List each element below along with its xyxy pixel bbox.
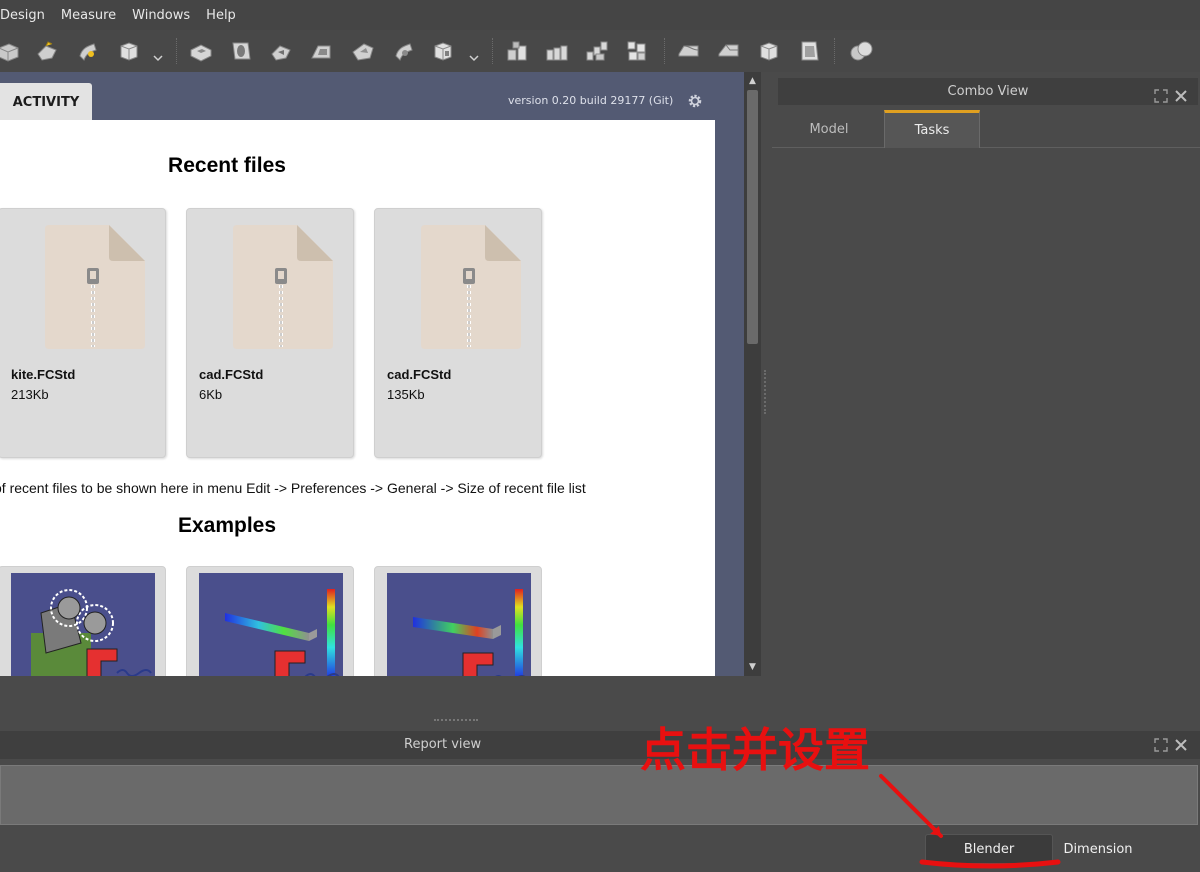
tab-tasks[interactable]: Tasks <box>884 110 980 148</box>
close-icon[interactable] <box>1174 738 1188 752</box>
polar-pattern-icon[interactable] <box>582 36 612 66</box>
float-icon[interactable] <box>1154 89 1168 103</box>
file-name: kite.FCStd <box>11 367 76 382</box>
boolean-icon[interactable] <box>846 36 876 66</box>
toolbar-separator <box>664 38 666 64</box>
example-thumbnail <box>387 573 531 676</box>
workbench-tab-dimension[interactable]: Dimension <box>1060 834 1136 864</box>
groove-icon[interactable] <box>266 36 296 66</box>
close-icon[interactable] <box>1174 89 1188 103</box>
file-size: 213Kb <box>11 387 49 402</box>
float-icon[interactable] <box>1154 738 1168 752</box>
scroll-up-icon[interactable]: ▲ <box>744 74 761 88</box>
scroll-down-icon[interactable]: ▼ <box>744 660 761 674</box>
combo-view: Combo View Model Tasks <box>770 72 1200 676</box>
file-size: 6Kb <box>199 387 223 402</box>
example-thumbnail <box>199 573 343 676</box>
subtractive-sweep-icon[interactable] <box>348 36 378 66</box>
draft-icon[interactable] <box>754 36 784 66</box>
subtractive-box-icon[interactable] <box>388 36 418 66</box>
zip-file-icon <box>233 225 333 349</box>
loft-icon[interactable] <box>72 36 102 66</box>
combo-tabs: Model Tasks <box>772 110 1200 148</box>
combo-window-buttons <box>1154 89 1188 103</box>
vertical-scrollbar[interactable]: ▲ ▼ <box>744 72 761 676</box>
chevron-down-icon[interactable] <box>152 52 164 64</box>
pocket-icon[interactable] <box>186 36 216 66</box>
combo-view-title-text: Combo View <box>947 84 1029 99</box>
recent-file-card[interactable]: cad.FCStd 135Kb <box>374 208 542 458</box>
toolbar-separator <box>492 38 494 64</box>
fillet-icon[interactable] <box>674 36 704 66</box>
tab-model[interactable]: Model <box>774 110 884 148</box>
thickness-icon[interactable] <box>794 36 824 66</box>
zip-file-icon <box>421 225 521 349</box>
revolution-icon[interactable] <box>32 36 62 66</box>
zip-file-icon <box>45 225 145 349</box>
scrollbar-thumb[interactable] <box>747 90 758 344</box>
examples-title: Examples <box>177 514 277 537</box>
menu-help[interactable]: Help <box>198 8 244 23</box>
recent-files-hint: of recent files to be shown here in menu… <box>0 480 586 496</box>
example-card[interactable] <box>0 566 166 676</box>
subtractive-cylinder-icon[interactable] <box>428 36 458 66</box>
box-icon[interactable] <box>114 36 144 66</box>
start-page: ACTIVITY version 0.20 build 29177 (Git) … <box>0 72 744 676</box>
gear-icon[interactable] <box>686 92 704 110</box>
chevron-down-icon[interactable] <box>468 52 480 64</box>
menu-measure[interactable]: Measure <box>53 8 124 23</box>
hole-icon[interactable] <box>226 36 256 66</box>
combo-view-title: Combo View <box>778 78 1198 105</box>
file-name: cad.FCStd <box>199 367 264 382</box>
toolbar-separator <box>176 38 178 64</box>
start-panel: Recent files kite.FCStd 213Kb cad.FCStd … <box>0 120 715 676</box>
example-card[interactable] <box>186 566 354 676</box>
recent-files-title: Recent files <box>168 154 286 177</box>
tab-activity[interactable]: ACTIVITY <box>0 83 92 121</box>
version-label: version 0.20 build 29177 (Git) <box>508 94 674 107</box>
example-card[interactable] <box>374 566 542 676</box>
toolbar <box>0 30 1200 72</box>
multi-transform-icon[interactable] <box>622 36 652 66</box>
report-window-buttons <box>1154 738 1188 752</box>
mirrored-icon[interactable] <box>502 36 532 66</box>
file-size: 135Kb <box>387 387 425 402</box>
annotation-text: 点击并设置 <box>640 723 870 777</box>
pad-icon[interactable] <box>0 36 24 66</box>
recent-file-card[interactable]: cad.FCStd 6Kb <box>186 208 354 458</box>
menu-design[interactable]: Design <box>0 8 53 23</box>
example-thumbnail <box>11 573 155 676</box>
recent-file-card[interactable]: kite.FCStd 213Kb <box>0 208 166 458</box>
report-view-title: Report view <box>0 731 1200 759</box>
workbench-tab-blender[interactable]: Blender <box>925 834 1053 864</box>
splitter-handle[interactable] <box>764 370 768 414</box>
chamfer-icon[interactable] <box>714 36 744 66</box>
linear-pattern-icon[interactable] <box>542 36 572 66</box>
toolbar-separator <box>834 38 836 64</box>
report-view-body[interactable] <box>0 765 1198 825</box>
report-view-title-text: Report view <box>404 737 482 752</box>
horizontal-splitter-handle[interactable] <box>434 719 478 721</box>
menu-windows[interactable]: Windows <box>124 8 198 23</box>
menu-bar: Design Measure Windows Help <box>0 0 1200 30</box>
subtractive-loft-icon[interactable] <box>306 36 336 66</box>
file-name: cad.FCStd <box>387 367 452 382</box>
